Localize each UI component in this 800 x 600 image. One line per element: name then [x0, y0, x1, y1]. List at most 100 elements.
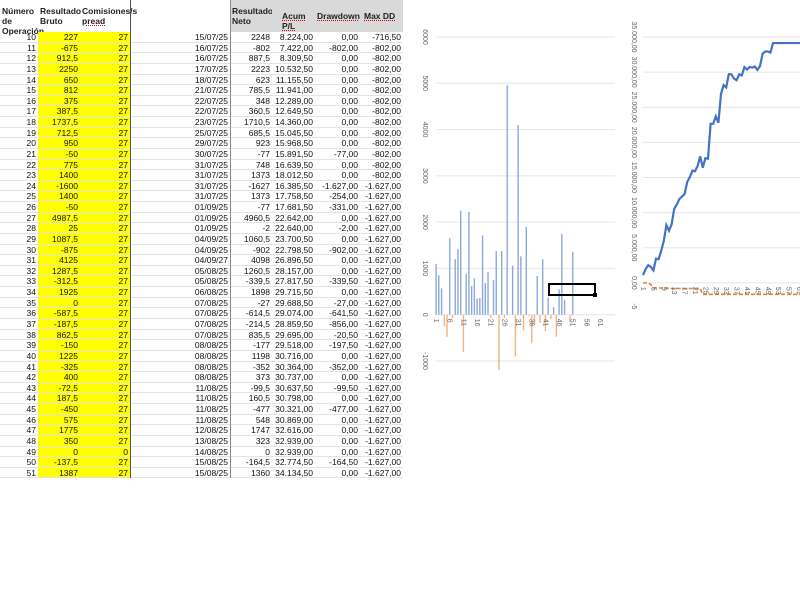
cell-drawdown[interactable]: 0,00: [315, 138, 360, 149]
cell-numero-operacion[interactable]: 18: [0, 117, 38, 128]
cell-fecha[interactable]: 31/07/25: [130, 160, 230, 171]
cell-fecha[interactable]: 04/09/25: [130, 245, 230, 256]
cell-max-dd[interactable]: -802,00: [360, 149, 403, 160]
cell-resultado-bruto[interactable]: 1400: [38, 191, 80, 203]
cell-drawdown[interactable]: -802,00: [315, 43, 360, 54]
cell-resultado-bruto[interactable]: 387,5: [38, 106, 80, 118]
cell-max-dd[interactable]: -802,00: [360, 53, 403, 64]
cell-numero-operacion[interactable]: 11: [0, 43, 38, 54]
cell-numero-operacion[interactable]: 40: [0, 351, 38, 362]
cell-numero-operacion[interactable]: 28: [0, 223, 38, 234]
cell-comisiones[interactable]: 27: [80, 117, 130, 128]
cell-comisiones[interactable]: 27: [80, 276, 130, 288]
cell-drawdown[interactable]: 0,00: [315, 255, 360, 266]
cell-numero-operacion[interactable]: 39: [0, 340, 38, 351]
cell-drawdown[interactable]: 0,00: [315, 425, 360, 436]
cell-resultado-bruto[interactable]: -325: [38, 361, 80, 373]
cell-max-dd[interactable]: -802,00: [360, 106, 403, 118]
cell-comisiones[interactable]: 27: [80, 297, 130, 309]
cell-acum-pl[interactable]: 30.737,00: [272, 372, 315, 383]
cell-numero-operacion[interactable]: 27: [0, 213, 38, 224]
cell-comisiones[interactable]: 27: [80, 63, 130, 75]
cell-numero-operacion[interactable]: 25: [0, 191, 38, 203]
cell-resultado-bruto[interactable]: -137,5: [38, 457, 80, 468]
cell-comisiones[interactable]: 27: [80, 340, 130, 351]
cell-numero-operacion[interactable]: 31: [0, 255, 38, 266]
cell-numero-operacion[interactable]: 35: [0, 298, 38, 309]
cell-resultado-neto[interactable]: -802: [230, 43, 272, 54]
cell-fecha[interactable]: 06/08/25: [130, 287, 230, 298]
cell-drawdown[interactable]: -641,50: [315, 308, 360, 319]
cell-acum-pl[interactable]: 29.518,00: [272, 340, 315, 351]
cell-comisiones[interactable]: 27: [80, 372, 130, 383]
cell-resultado-neto[interactable]: 360,5: [230, 106, 272, 118]
cell-resultado-bruto[interactable]: -150: [38, 340, 80, 351]
cell-max-dd[interactable]: -802,00: [360, 128, 403, 139]
cell-resultado-bruto[interactable]: 0: [38, 297, 80, 309]
cell-acum-pl[interactable]: 10.532,50: [272, 64, 315, 75]
cell-resultado-bruto[interactable]: 227: [38, 32, 80, 43]
cell-max-dd[interactable]: -1.627,00: [360, 276, 403, 288]
cell-drawdown[interactable]: 0,00: [315, 213, 360, 224]
cell-drawdown[interactable]: 0,00: [315, 170, 360, 181]
cell-fecha[interactable]: 14/08/25: [130, 447, 230, 458]
cell-max-dd[interactable]: -802,00: [360, 138, 403, 149]
cell-acum-pl[interactable]: 32.939,00: [272, 447, 315, 458]
cell-resultado-neto[interactable]: -77: [230, 202, 272, 213]
cell-resultado-neto[interactable]: -352: [230, 362, 272, 373]
cell-drawdown[interactable]: 0,00: [315, 372, 360, 383]
cell-acum-pl[interactable]: 27.817,50: [272, 276, 315, 288]
cell-fecha[interactable]: 17/07/25: [130, 64, 230, 75]
cell-acum-pl[interactable]: 15.045,50: [272, 128, 315, 139]
cell-numero-operacion[interactable]: 13: [0, 64, 38, 75]
cell-resultado-neto[interactable]: 1360: [230, 468, 272, 479]
cell-fecha[interactable]: 31/07/25: [130, 181, 230, 192]
cell-max-dd[interactable]: -716,50: [360, 32, 403, 43]
cell-drawdown[interactable]: -856,00: [315, 319, 360, 330]
cell-drawdown[interactable]: 0,00: [315, 351, 360, 362]
cell-numero-operacion[interactable]: 10: [0, 32, 38, 43]
cell-fecha[interactable]: 08/08/25: [130, 362, 230, 373]
cell-resultado-bruto[interactable]: -50: [38, 148, 80, 160]
cell-resultado-bruto[interactable]: 1287,5: [38, 265, 80, 277]
cell-numero-operacion[interactable]: 26: [0, 202, 38, 213]
cell-max-dd[interactable]: -1.627,00: [360, 255, 403, 266]
cell-comisiones[interactable]: 27: [80, 138, 130, 149]
cell-fecha[interactable]: 11/08/25: [130, 393, 230, 405]
cell-max-dd[interactable]: -802,00: [360, 160, 403, 171]
cell-fecha[interactable]: 29/07/25: [130, 138, 230, 149]
cell-resultado-neto[interactable]: -77: [230, 149, 272, 160]
cell-drawdown[interactable]: 0,00: [315, 96, 360, 107]
cell-numero-operacion[interactable]: 33: [0, 276, 38, 288]
cell-max-dd[interactable]: -1.627,00: [360, 234, 403, 245]
cell-numero-operacion[interactable]: 19: [0, 128, 38, 139]
header-resultado-neto[interactable]: Resultado Neto: [230, 0, 273, 32]
cell-resultado-bruto[interactable]: 650: [38, 74, 80, 86]
cell-fecha[interactable]: 01/09/25: [130, 213, 230, 224]
cell-max-dd[interactable]: -1.627,00: [360, 362, 403, 373]
cell-resultado-bruto[interactable]: 4987,5: [38, 212, 80, 224]
cell-comisiones[interactable]: 27: [80, 425, 130, 436]
cell-fecha[interactable]: 30/07/25: [130, 149, 230, 160]
cell-drawdown[interactable]: -1.627,00: [315, 181, 360, 192]
cell-max-dd[interactable]: -1.627,00: [360, 298, 403, 309]
cell-acum-pl[interactable]: 30.716,00: [272, 351, 315, 362]
cell-acum-pl[interactable]: 30.798,00: [272, 393, 315, 405]
cell-fecha[interactable]: 05/08/25: [130, 266, 230, 277]
cell-resultado-bruto[interactable]: 400: [38, 372, 80, 383]
cell-resultado-neto[interactable]: 1898: [230, 287, 272, 298]
cell-resultado-bruto[interactable]: -875: [38, 244, 80, 256]
cell-max-dd[interactable]: -802,00: [360, 96, 403, 107]
cell-fecha[interactable]: 15/08/25: [130, 468, 230, 479]
cell-numero-operacion[interactable]: 30: [0, 245, 38, 256]
cell-fecha[interactable]: 07/08/25: [130, 308, 230, 319]
cell-comisiones[interactable]: 27: [80, 467, 130, 479]
cell-comisiones[interactable]: 27: [80, 404, 130, 415]
cell-numero-operacion[interactable]: 48: [0, 436, 38, 447]
cell-fecha[interactable]: 15/07/25: [130, 32, 230, 43]
cell-acum-pl[interactable]: 22.642,00: [272, 213, 315, 224]
cell-max-dd[interactable]: -1.627,00: [360, 340, 403, 351]
cell-resultado-bruto[interactable]: 575: [38, 414, 80, 426]
cell-drawdown[interactable]: 0,00: [315, 106, 360, 118]
cell-max-dd[interactable]: -1.627,00: [360, 308, 403, 319]
